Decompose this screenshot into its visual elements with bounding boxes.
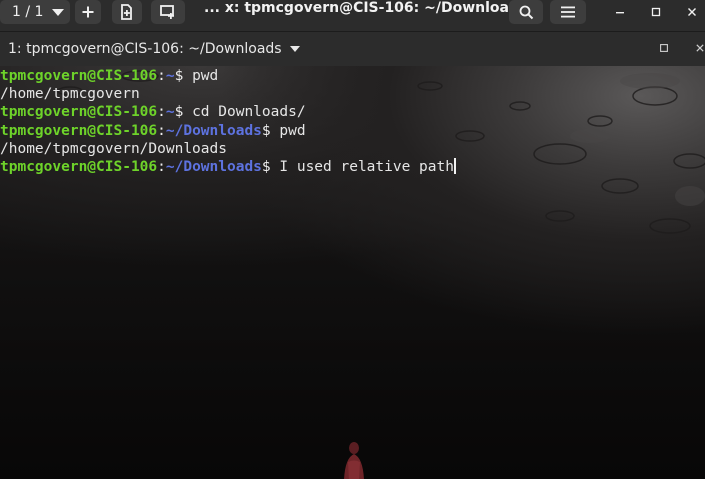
prompt-dollar: $ xyxy=(261,158,280,175)
chevron-down-icon[interactable] xyxy=(289,46,300,52)
prompt-dollar: $ xyxy=(174,68,193,84)
text-cursor xyxy=(453,157,456,174)
add-terminal-button[interactable] xyxy=(151,0,185,24)
prompt-separator: : xyxy=(157,158,166,175)
prompt-separator: : xyxy=(157,68,166,84)
prompt-path: ~ xyxy=(165,104,175,121)
prompt-dollar: $ xyxy=(174,104,193,121)
tab-label: 1: tpmcgovern@CIS-106: ~/Downloads xyxy=(8,41,282,57)
tab-switcher-button[interactable]: 1 / 1 xyxy=(0,0,70,24)
new-window-icon xyxy=(121,4,132,20)
prompt-line: tpmcgovern@CIS-106:~$ pwd xyxy=(0,67,456,85)
tab-close-button[interactable] xyxy=(696,41,704,55)
prompt-line: tpmcgovern@CIS-106:~/Downloads$ I used r… xyxy=(0,157,456,176)
prompt-separator: : xyxy=(157,104,166,121)
output-text: /home/tpmcgovern xyxy=(0,86,140,103)
terminal-window: 1 / 1 ... x: tpmcgovern@CIS-106: ~/Downl… xyxy=(0,0,705,479)
minimize-icon xyxy=(616,12,624,14)
chevron-down-icon xyxy=(52,8,65,16)
plus-icon xyxy=(82,6,94,18)
command-text: I used relative path xyxy=(279,158,454,175)
tab-maximize-button[interactable] xyxy=(660,41,668,55)
command-text: pwd xyxy=(192,68,219,84)
new-tab-button[interactable] xyxy=(75,0,101,24)
prompt-path: ~/Downloads xyxy=(165,122,262,139)
close-button[interactable] xyxy=(680,0,704,24)
prompt-dollar: $ xyxy=(261,122,280,139)
tab-maximize-icon xyxy=(660,44,668,52)
header-bar: 1 / 1 ... x: tpmcgovern@CIS-106: ~/Downl… xyxy=(0,0,705,31)
output-text: /home/tpmcgovern/Downloads xyxy=(0,140,227,157)
menu-button[interactable] xyxy=(550,0,586,24)
command-text: cd Downloads/ xyxy=(192,104,306,121)
maximize-button[interactable] xyxy=(644,0,668,24)
close-icon xyxy=(688,8,696,16)
search-icon xyxy=(519,5,533,19)
prompt-line: tpmcgovern@CIS-106:~$ cd Downloads/ xyxy=(0,103,456,121)
tab-terminal[interactable]: 1: tpmcgovern@CIS-106: ~/Downloads xyxy=(8,41,300,57)
prompt-user: tpmcgovern@CIS-106 xyxy=(0,104,158,121)
terminal-area[interactable]: tpmcgovern@CIS-106:~$ pwd/home/tpmcgover… xyxy=(0,66,705,479)
tab-close-icon xyxy=(696,44,704,52)
minimize-button[interactable] xyxy=(608,0,632,24)
prompt-user: tpmcgovern@CIS-106 xyxy=(0,68,158,84)
terminal-add-icon xyxy=(160,5,174,19)
prompt-separator: : xyxy=(157,122,166,139)
output-line: /home/tpmcgovern xyxy=(0,85,456,103)
prompt-user: tpmcgovern@CIS-106 xyxy=(0,158,158,175)
prompt-path: ~ xyxy=(165,68,175,84)
tab-bar: 1: tpmcgovern@CIS-106: ~/Downloads xyxy=(0,31,705,67)
new-window-button[interactable] xyxy=(112,0,142,24)
window-title: ... x: tpmcgovern@CIS-106: ~/Downloads xyxy=(204,0,528,16)
hamburger-menu-icon xyxy=(561,6,575,18)
prompt-user: tpmcgovern@CIS-106 xyxy=(0,122,158,139)
maximize-icon xyxy=(651,7,661,17)
tab-count: 1 / 1 xyxy=(12,4,44,20)
command-text: pwd xyxy=(279,122,306,139)
output-line: /home/tpmcgovern/Downloads xyxy=(0,140,456,158)
figure-silhouette xyxy=(344,442,364,479)
prompt-path: ~/Downloads xyxy=(165,158,262,175)
prompt-line: tpmcgovern@CIS-106:~/Downloads$ pwd xyxy=(0,122,456,140)
terminal-output: tpmcgovern@CIS-106:~$ pwd/home/tpmcgover… xyxy=(0,67,456,176)
search-button[interactable] xyxy=(509,0,543,24)
